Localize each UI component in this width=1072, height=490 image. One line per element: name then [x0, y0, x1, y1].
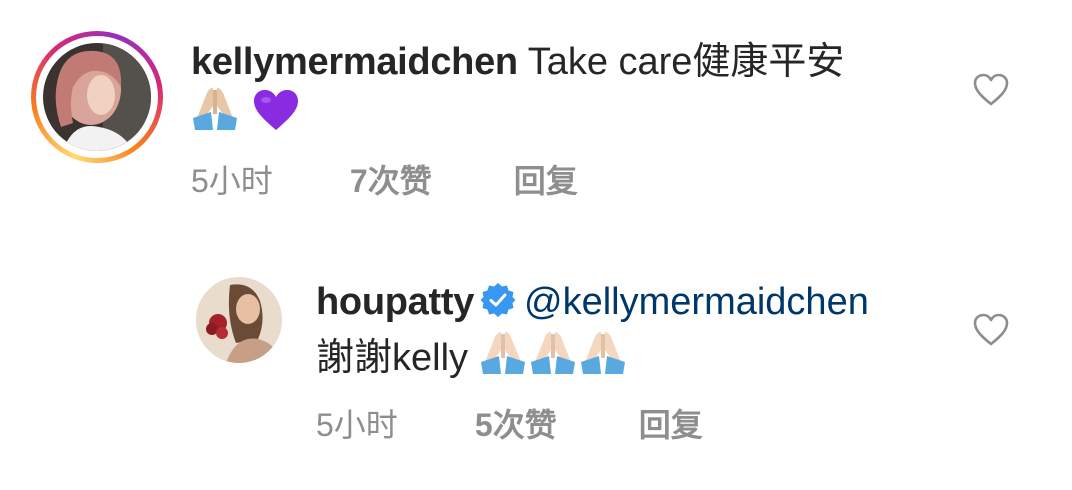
reply-button[interactable]: 回复	[514, 156, 578, 202]
comment-likes-link[interactable]: 5次赞	[475, 400, 630, 446]
verified-badge-icon	[480, 282, 516, 330]
like-heart-icon[interactable]	[973, 72, 1009, 108]
comment-text: Take care健康平安	[527, 41, 845, 83]
folded-hands-icon	[191, 86, 239, 146]
like-heart-icon[interactable]	[973, 312, 1009, 348]
folded-hands-icon	[579, 330, 627, 390]
comment-time: 5小时	[316, 407, 398, 443]
folded-hands-icon	[479, 330, 527, 390]
comment-body: kellymermaidchen Take care健康平安	[191, 38, 951, 146]
reply-button[interactable]: 回复	[639, 400, 703, 446]
comments-thread: kellymermaidchen Take care健康平安 5小时 7次赞 回…	[0, 0, 1072, 490]
comment-time: 5小时	[191, 163, 273, 199]
folded-hands-icon	[529, 330, 577, 390]
comment: kellymermaidchen Take care健康平安 5小时 7次赞 回…	[0, 0, 1072, 230]
comment-meta: 5小时 7次赞 回复	[191, 156, 578, 202]
purple-heart-icon	[252, 88, 300, 146]
comment-username[interactable]: houpatty	[316, 281, 474, 323]
avatar[interactable]	[196, 277, 282, 363]
avatar-photo	[43, 43, 151, 151]
comment-username[interactable]: kellymermaidchen	[191, 41, 518, 83]
reply-comment: houpatty @kellymermaidchen 謝謝kelly 5小时 5…	[0, 250, 1072, 480]
comment-body: houpatty @kellymermaidchen 謝謝kelly	[316, 278, 976, 390]
comment-text: 謝謝kelly	[316, 337, 469, 379]
mention-link[interactable]: @kellymermaidchen	[524, 281, 869, 323]
comment-likes-link[interactable]: 7次赞	[350, 156, 505, 202]
avatar[interactable]	[31, 31, 163, 163]
comment-meta: 5小时 5次赞 回复	[316, 400, 703, 446]
